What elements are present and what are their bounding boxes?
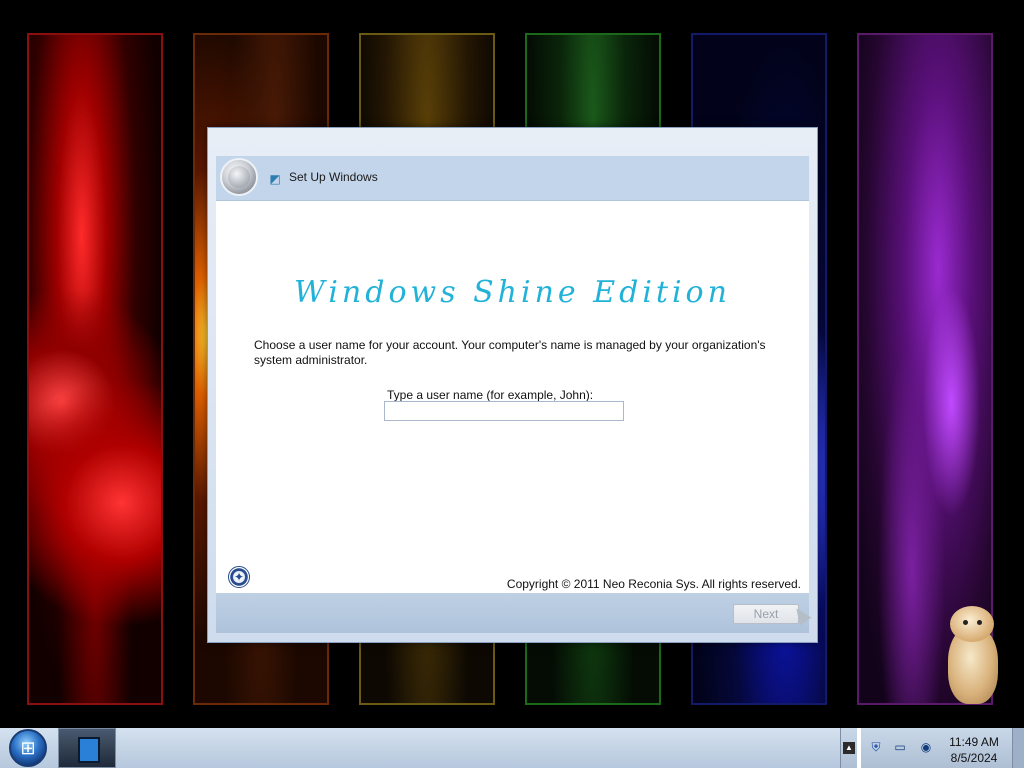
show-desktop-button[interactable] (1012, 728, 1024, 768)
mascot-eye (963, 620, 968, 625)
taskbar-window-item[interactable] (58, 728, 116, 768)
network-icon[interactable]: ▭ (893, 740, 907, 754)
dialog-footer: Next (216, 593, 812, 633)
next-button[interactable]: Next (733, 604, 799, 624)
volume-icon[interactable]: ◉ (919, 740, 933, 754)
copyright-text: Copyright © 2011 Neo Reconia Sys. All ri… (506, 577, 801, 591)
hamster-mascot (940, 604, 1002, 708)
back-arrow-icon[interactable] (220, 158, 258, 196)
dialog-title: Set Up Windows (289, 170, 378, 184)
clock-date: 8/5/2024 (950, 751, 998, 765)
dialog-content: Windows Shine Edition Choose a user name… (216, 201, 809, 593)
username-input[interactable] (384, 401, 624, 421)
taskbar: ▲ ⛨ ▭ ◉ 11:49 AM 8/5/2024 (0, 728, 1024, 768)
wallpaper-panel-red (27, 33, 163, 705)
setup-icon: ◩ (269, 172, 281, 186)
mascot-head (950, 606, 994, 642)
system-tray: ▲ ⛨ ▭ ◉ 11:49 AM 8/5/2024 (840, 728, 1024, 768)
clock-time: 11:49 AM (949, 735, 999, 749)
clock[interactable]: 11:49 AM 8/5/2024 (941, 734, 1007, 766)
show-hidden-icons-icon[interactable]: ▲ (843, 742, 855, 754)
ease-of-access-icon[interactable] (228, 566, 250, 588)
setup-dialog: ◩ Set Up Windows Windows Shine Edition C… (207, 127, 818, 643)
brand-title: Windows Shine Edition (294, 275, 731, 310)
dialog-header: ◩ Set Up Windows (216, 156, 809, 201)
tray-divider (857, 728, 861, 768)
username-label: Type a user name (for example, John): (387, 388, 594, 402)
mascot-eye (977, 620, 982, 625)
instructions-text: Choose a user name for your account. You… (254, 338, 766, 367)
security-shield-icon[interactable]: ⛨ (869, 740, 883, 754)
start-button[interactable] (9, 729, 47, 767)
